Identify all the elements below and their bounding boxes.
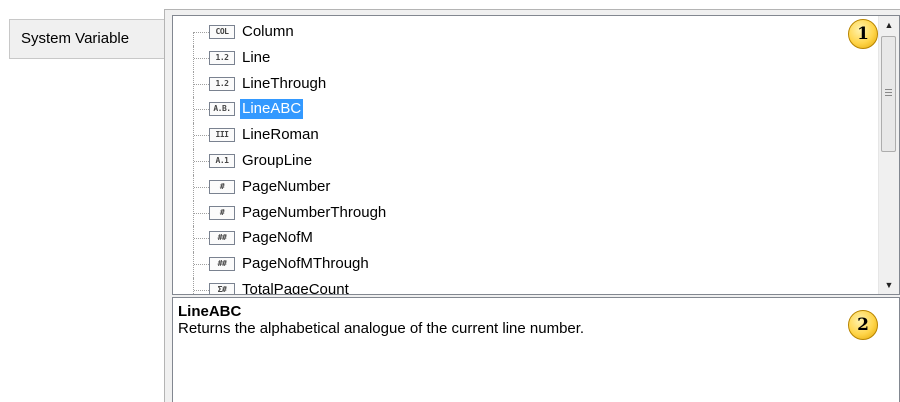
tree-item-label: GroupLine bbox=[242, 151, 313, 169]
variable-type-icon: A.B. bbox=[209, 102, 235, 117]
description-text: Returns the alphabetical analogue of the… bbox=[178, 320, 585, 337]
tree-item[interactable]: ## PageNofMThrough bbox=[173, 252, 879, 278]
tree-connector-line bbox=[193, 32, 194, 46]
tree-item[interactable]: A.B. LineABC bbox=[173, 97, 879, 124]
tab-system-variable[interactable]: System Variable bbox=[9, 19, 165, 59]
tree-branch-line bbox=[194, 57, 209, 59]
vertical-scrollbar[interactable]: ▲ ▼ bbox=[878, 16, 899, 294]
tree-item[interactable]: A.1 GroupLine bbox=[173, 148, 879, 175]
tree-item-label: PageNumber bbox=[242, 177, 331, 195]
variable-type-icon: III bbox=[209, 128, 235, 143]
tree-branch-line bbox=[194, 83, 209, 85]
variable-type-icon: Σ# bbox=[209, 282, 235, 294]
scroll-down-arrow-icon[interactable]: ▼ bbox=[879, 276, 899, 294]
tree-item-label: Line bbox=[242, 48, 271, 66]
tree-item-label: PageNofMThrough bbox=[242, 255, 369, 273]
variable-type-icon: A.1 bbox=[209, 153, 235, 168]
tree-item[interactable]: # PageNumber bbox=[173, 174, 879, 201]
tree-branch-line bbox=[194, 32, 209, 33]
tree-item[interactable]: # PageNumberThrough bbox=[173, 200, 879, 227]
tree-item-label: PageNofM bbox=[242, 229, 313, 247]
tree-item[interactable]: III LineRoman bbox=[173, 123, 879, 149]
description-title: LineABC bbox=[178, 303, 242, 320]
variable-type-icon: COL bbox=[209, 25, 235, 39]
scroll-up-arrow-icon[interactable]: ▲ bbox=[879, 16, 899, 34]
tree-connector-line bbox=[193, 277, 194, 294]
variable-type-icon: 1.2 bbox=[209, 50, 235, 65]
tree-item-label: LineRoman bbox=[242, 126, 319, 144]
tree-branch-line bbox=[194, 289, 209, 291]
variable-type-icon: # bbox=[209, 205, 235, 220]
tree-item[interactable]: ## PageNofM bbox=[173, 226, 879, 253]
tree-branch-line bbox=[194, 212, 209, 214]
tree-branch-line bbox=[194, 160, 209, 162]
tree-item-label: Column bbox=[242, 23, 294, 40]
variable-type-icon: # bbox=[209, 179, 235, 194]
tree-item-label: LineABC bbox=[240, 99, 304, 120]
tree-item[interactable]: 1.2 LineThrough bbox=[173, 71, 879, 98]
description-panel: LineABC Returns the alphabetical analogu… bbox=[172, 297, 900, 402]
variable-type-icon: ## bbox=[209, 231, 235, 246]
tree-item[interactable]: COL Column bbox=[173, 20, 879, 46]
tree-item[interactable]: 1.2 Line bbox=[173, 45, 879, 72]
tree-items: COL Column 1.2 Line 1.2 LineThrough A.B. LineAB… bbox=[173, 20, 879, 295]
grip-line-icon bbox=[885, 89, 892, 90]
tree-item[interactable]: Σ# TotalPageCount bbox=[173, 277, 879, 295]
tree-branch-line bbox=[194, 186, 209, 188]
tree-item-label: PageNumberThrough bbox=[242, 203, 387, 221]
grip-line-icon bbox=[885, 95, 892, 96]
system-variable-tree[interactable]: COL Column 1.2 Line 1.2 LineThrough A.B. LineAB… bbox=[172, 15, 900, 295]
tree-item-label: TotalPageCount bbox=[242, 280, 349, 295]
variable-type-icon: ## bbox=[209, 257, 235, 272]
grip-line-icon bbox=[885, 92, 892, 93]
callout-2-icon: 2 bbox=[848, 310, 878, 340]
tree-branch-line bbox=[194, 109, 209, 111]
variable-type-icon: 1.2 bbox=[209, 76, 235, 91]
tree-branch-line bbox=[194, 238, 209, 240]
tree-branch-line bbox=[194, 264, 209, 266]
tree-item-label: LineThrough bbox=[242, 74, 327, 92]
callout-1-icon: 1 bbox=[848, 19, 878, 49]
tree-branch-line bbox=[194, 135, 209, 137]
scroll-thumb[interactable] bbox=[881, 36, 896, 152]
